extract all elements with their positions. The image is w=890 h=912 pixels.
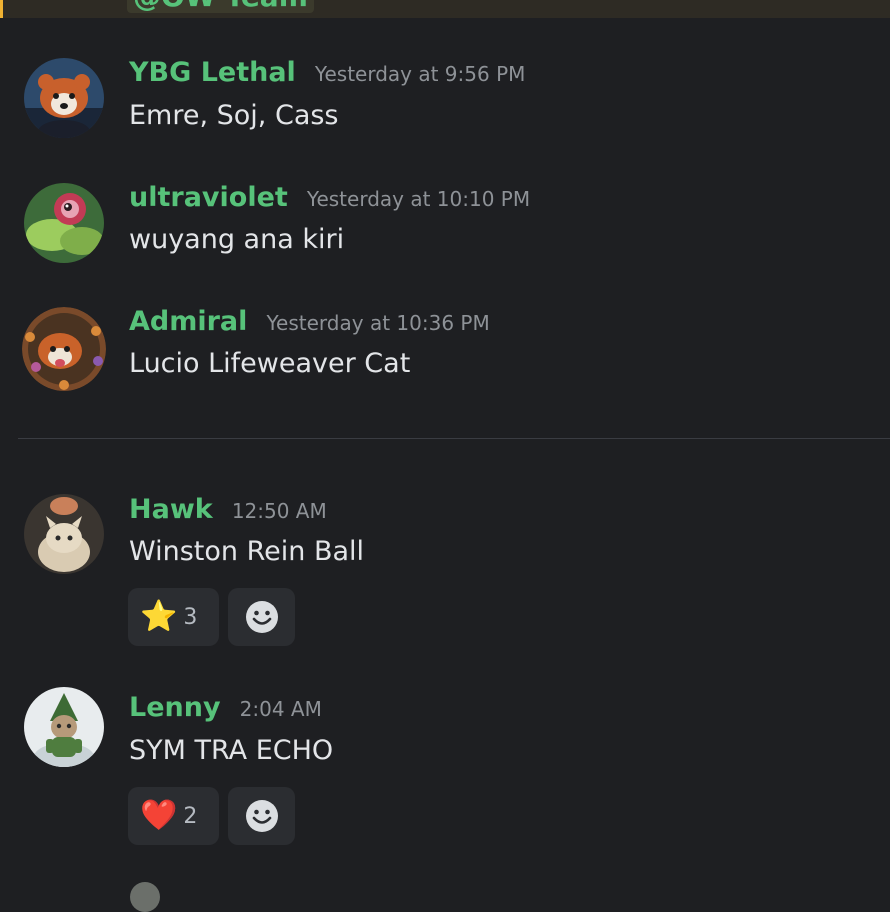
avatar[interactable] [22,307,106,391]
heart-emoji-icon: ❤️ [140,798,178,833]
avatar[interactable] [24,494,104,574]
reaction-count: 3 [183,604,198,630]
username[interactable]: Lenny [129,692,221,723]
message-content: Lucio Lifeweaver Cat [129,348,411,379]
top-mention-banner: @OW Team [0,0,890,18]
username[interactable]: Admiral [129,306,247,337]
add-reaction-button[interactable] [228,787,295,845]
username[interactable]: ultraviolet [129,182,288,213]
message-content: SYM TRA ECHO [129,735,334,766]
add-reaction-button[interactable] [228,588,295,646]
message-content: Winston Rein Ball [129,536,365,567]
reaction-count: 2 [183,803,198,829]
avatar[interactable] [24,687,104,767]
message-header: Lenny 2:04 AM [129,692,322,723]
role-mention[interactable]: @OW Team [127,0,314,13]
date-divider [18,438,890,439]
username[interactable]: Hawk [129,494,213,525]
reaction-heart[interactable]: ❤️ 2 [128,787,219,845]
smiley-face-icon [245,800,278,832]
timestamp: 12:50 AM [231,499,327,523]
message-header: Admiral Yesterday at 10:36 PM [129,306,490,337]
avatar[interactable] [24,183,104,263]
message-content: Emre, Soj, Cass [129,100,339,131]
reaction-star[interactable]: ⭐ 3 [128,588,219,646]
message-content: wuyang ana kiri [129,224,345,255]
username[interactable]: YBG Lethal [129,57,296,88]
reactions-bar: ❤️ 2 [128,787,295,845]
timestamp: Yesterday at 9:56 PM [314,62,526,86]
timestamp: 2:04 AM [239,697,322,721]
smiley-face-icon [245,601,278,633]
avatar[interactable] [24,58,104,138]
message-header: YBG Lethal Yesterday at 9:56 PM [129,57,525,88]
message-header: Hawk 12:50 AM [129,494,327,525]
timestamp: Yesterday at 10:10 PM [306,187,531,211]
timestamp: Yesterday at 10:36 PM [266,311,490,335]
star-emoji-icon: ⭐ [140,599,178,634]
reactions-bar: ⭐ 3 [128,588,295,646]
avatar[interactable] [130,882,160,912]
message-header: ultraviolet Yesterday at 10:10 PM [129,182,530,213]
